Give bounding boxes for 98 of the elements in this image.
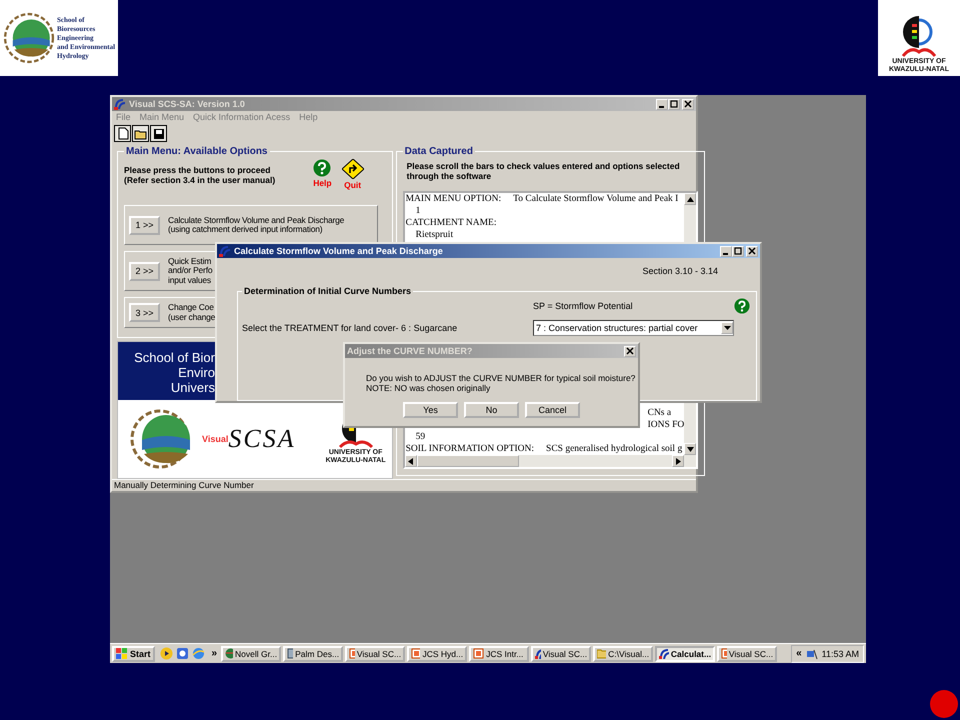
taskbar-item[interactable]: JCS Hyd... — [407, 646, 468, 662]
dialog-button[interactable]: Cancel — [525, 402, 580, 418]
dialog-message: Do you wish to ADJUST the CURVE NUMBER for typical soil moisture? — [366, 373, 636, 383]
window-title: Adjust the CURVE NUMBER? — [347, 346, 472, 356]
dialog-button[interactable]: No — [464, 402, 519, 418]
window-icon — [287, 648, 294, 659]
maximize-icon — [734, 247, 742, 255]
option-description: (user change — [168, 312, 216, 322]
document-icon — [721, 648, 727, 659]
media-player-icon[interactable] — [160, 647, 173, 660]
app-icon — [114, 98, 126, 110]
option-description: Calculate Stormflow Volume and Peak Discharge — [168, 216, 344, 225]
option-button[interactable]: 3 >> — [129, 303, 160, 322]
minimize-button[interactable] — [720, 246, 732, 256]
close-icon — [626, 347, 634, 355]
gear-globe-logo-icon — [2, 11, 56, 65]
banner-text: Enviro — [178, 365, 215, 380]
status-bar: Manually Determining Curve Number — [112, 479, 696, 491]
horizontal-scrollbar[interactable] — [404, 455, 696, 467]
option-description: (using catchment derived input information) — [168, 225, 322, 234]
treatment-label: Select the TREATMENT for land cover- 6 : Sugarcane — [242, 323, 458, 333]
scsa-logo-text: SCSA — [228, 424, 296, 454]
folder-icon — [134, 128, 148, 140]
network-icon[interactable] — [806, 648, 818, 660]
minimize-button[interactable] — [656, 98, 668, 110]
maximize-icon — [670, 100, 678, 108]
slide-marker-dot — [930, 690, 958, 718]
taskbar-item[interactable]: JCS Intr... — [469, 646, 530, 662]
taskbar-item[interactable]: Novell Gr... — [221, 646, 282, 662]
panel-title: Data Captured — [404, 146, 474, 157]
show-hidden-icons-button[interactable]: « — [796, 648, 802, 659]
taskbar-item[interactable]: C:\Visual... — [593, 646, 654, 662]
start-logo-icon — [116, 648, 128, 659]
window-title: Visual SCS-SA: Version 1.0 — [129, 99, 245, 109]
folder-icon — [597, 648, 606, 659]
data-line: 1 — [414, 205, 422, 217]
document-icon — [349, 648, 355, 659]
close-button[interactable] — [624, 346, 636, 356]
option-description: Quick Estim — [168, 256, 212, 266]
close-button[interactable] — [682, 98, 694, 110]
panel-title: Main Menu: Available Options — [125, 146, 268, 157]
globe-icon — [225, 648, 234, 659]
banner-text: School of Bior — [134, 350, 215, 365]
instruction-text: (Refer section 3.4 in the user manual) — [124, 175, 276, 185]
banner-text: Univers — [170, 380, 215, 395]
option-description: Change Coe — [168, 303, 215, 312]
app-icon — [219, 245, 231, 257]
dialog-button[interactable]: Yes — [403, 402, 458, 418]
window-title: Calculate Stormflow Volume and Peak Discharge — [234, 246, 443, 256]
close-icon — [748, 247, 756, 255]
document-icon — [411, 648, 420, 659]
dialog-message: NOTE: NO was chosen originally — [366, 383, 492, 393]
option-description: and/or Perfo — [168, 266, 212, 276]
caret-icon — [724, 326, 730, 330]
data-line: IONS FO — [648, 419, 684, 431]
maximize-button[interactable] — [668, 98, 680, 110]
section-reference: Section 3.10 - 3.14 — [642, 266, 718, 278]
data-line: CNs a — [648, 407, 672, 419]
right-arrow-icon — [676, 458, 681, 464]
data-line: CATCHMENT NAME: — [406, 217, 498, 229]
turn-arrow-icon[interactable] — [342, 159, 364, 179]
taskbar-item[interactable]: Calculat... — [655, 646, 716, 662]
sp-note: SP = Stormflow Potential — [533, 301, 634, 311]
taskbar-item[interactable]: Visual SC... — [531, 646, 592, 662]
save-button[interactable] — [150, 125, 167, 142]
document-icon — [473, 648, 484, 659]
app-icon — [659, 648, 669, 659]
clock: 11:53 AM — [822, 648, 859, 658]
more-items-button[interactable]: » — [210, 648, 220, 659]
taskbar-item[interactable]: Visual SC... — [717, 646, 778, 662]
visual-logo-text: Visual — [202, 434, 228, 444]
taskbar-item[interactable]: Palm Des... — [283, 646, 344, 662]
instruction-text: Please scroll the bars to check values entered and options selected through the software — [406, 160, 681, 183]
desktop-icon[interactable] — [176, 647, 189, 660]
down-arrow-icon — [686, 446, 694, 452]
app-icon — [535, 648, 541, 659]
option-description: input values — [168, 276, 212, 286]
option-button[interactable]: 1 >> — [129, 216, 160, 234]
data-line: SOIL INFORMATION OPTION: SCS generalised hydrological soil g — [406, 443, 684, 455]
data-line: MAIN MENU OPTION: To Calculate Stormflow Volume and Peak I — [406, 193, 680, 205]
open-folder-button[interactable] — [132, 125, 149, 142]
taskbar-item[interactable]: Visual SC... — [345, 646, 406, 662]
data-line: Rietspruit — [414, 229, 454, 241]
blank-page-icon — [116, 127, 128, 140]
close-button[interactable] — [746, 246, 758, 256]
help-icon[interactable] — [734, 298, 750, 314]
treatment-dropdown[interactable]: 7 : Conservation structures: partial cover — [533, 320, 734, 336]
instruction-text: Please press the buttons to proceed — [124, 165, 272, 175]
start-button[interactable]: Start — [112, 646, 155, 662]
close-icon — [684, 100, 692, 108]
data-line: 59 — [414, 431, 426, 443]
new-file-button[interactable] — [114, 125, 131, 142]
up-arrow-icon — [686, 196, 694, 202]
help-icon[interactable] — [313, 159, 332, 177]
option-button[interactable]: 2 >> — [129, 262, 160, 280]
left-arrow-icon — [408, 458, 414, 464]
maximize-button[interactable] — [732, 246, 744, 256]
group-title: Determination of Initial Curve Numbers — [243, 286, 412, 296]
